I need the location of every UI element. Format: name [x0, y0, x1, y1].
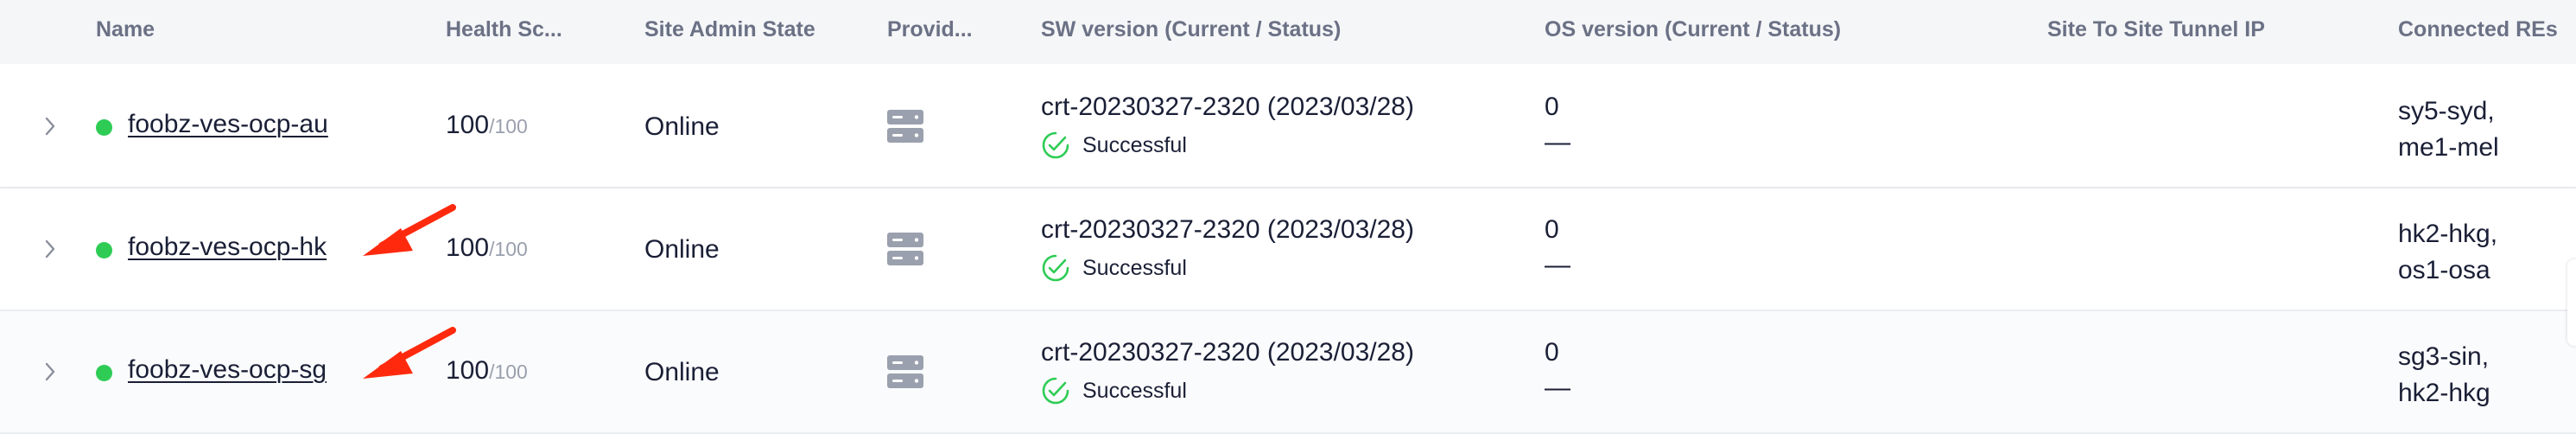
column-header-os-version[interactable]: OS version (Current / Status) [1545, 17, 1841, 42]
os-version: 0 [1545, 215, 1559, 244]
sw-version: crt-20230327-2320 (2023/03/28) [1041, 338, 1414, 367]
status-online-icon [96, 242, 112, 258]
os-status: — [1545, 251, 1570, 279]
success-check-icon [1042, 254, 1069, 282]
sw-status: Successful [1041, 131, 1187, 160]
site-admin-state: Online [644, 112, 720, 141]
health-score: 100/100 [446, 111, 528, 140]
server-icon [887, 355, 923, 388]
health-score-value: 100 [446, 233, 490, 262]
sw-status-label: Successful [1082, 132, 1187, 157]
health-score-max: /100 [489, 238, 528, 260]
site-name-link[interactable]: foobz-ves-ocp-hk [128, 233, 327, 262]
site-name-link[interactable]: foobz-ves-ocp-au [128, 110, 328, 139]
scrollbar-handle[interactable] [2567, 259, 2576, 346]
success-check-icon [1042, 377, 1069, 405]
annotation-arrow-icon [363, 327, 456, 379]
health-score-value: 100 [446, 356, 490, 385]
site-admin-state: Online [644, 235, 720, 264]
column-header-tunnel-ip[interactable]: Site To Site Tunnel IP [2047, 17, 2265, 42]
column-header-site-admin-state[interactable]: Site Admin State [644, 17, 815, 42]
chevron-right-icon[interactable] [41, 360, 59, 384]
status-online-icon [96, 365, 112, 381]
sw-version: crt-20230327-2320 (2023/03/28) [1041, 215, 1414, 244]
column-header-connected-res[interactable]: Connected REs [2398, 17, 2558, 42]
os-version: 0 [1545, 93, 1559, 121]
sw-version: crt-20230327-2320 (2023/03/28) [1041, 93, 1414, 121]
chevron-right-icon[interactable] [41, 237, 59, 261]
connected-res: sg3-sin, hk2-hkg [2398, 339, 2490, 412]
connected-re-line: hk2-hkg [2398, 379, 2490, 407]
sw-status-label: Successful [1082, 378, 1187, 403]
connected-re-line: me1-mel [2398, 133, 2499, 162]
connected-res: hk2-hkg, os1-osa [2398, 216, 2497, 289]
table-header: Name Health Sc... Site Admin State Provi… [0, 0, 2576, 64]
table-row[interactable]: foobz-ves-ocp-hk 100/100 Online crt-2023… [0, 188, 2576, 311]
status-online-icon [96, 119, 112, 136]
column-header-name[interactable]: Name [96, 17, 155, 42]
column-header-provider[interactable]: Provid... [887, 17, 973, 42]
connected-res: sy5-syd, me1-mel [2398, 93, 2499, 166]
connected-re-line: sg3-sin, [2398, 342, 2490, 371]
table-row[interactable]: foobz-ves-ocp-au 100/100 Online crt-2023… [0, 66, 2576, 188]
success-check-icon [1042, 131, 1069, 159]
server-icon [887, 233, 923, 265]
table-row[interactable]: foobz-ves-ocp-sg 100/100 Online crt-2023… [0, 311, 2576, 434]
chevron-right-icon[interactable] [41, 114, 59, 138]
server-icon [887, 110, 923, 143]
os-version: 0 [1545, 338, 1559, 367]
os-status: — [1545, 128, 1570, 156]
sw-status-label: Successful [1082, 255, 1187, 280]
sites-table: Name Health Sc... Site Admin State Provi… [0, 0, 2576, 434]
sw-status: Successful [1041, 376, 1187, 405]
column-header-health-score[interactable]: Health Sc... [446, 17, 562, 42]
health-score-max: /100 [489, 115, 528, 137]
connected-re-line: sy5-syd, [2398, 97, 2495, 125]
annotation-arrow-icon [363, 204, 456, 256]
health-score-value: 100 [446, 111, 490, 139]
health-score-max: /100 [489, 361, 528, 383]
health-score: 100/100 [446, 233, 528, 263]
column-header-sw-version[interactable]: SW version (Current / Status) [1041, 17, 1341, 42]
site-admin-state: Online [644, 358, 720, 386]
site-name-link[interactable]: foobz-ves-ocp-sg [128, 355, 327, 385]
connected-re-line: hk2-hkg, [2398, 220, 2498, 248]
health-score: 100/100 [446, 356, 528, 386]
sw-status: Successful [1041, 253, 1187, 283]
connected-re-line: os1-osa [2398, 256, 2490, 284]
os-status: — [1545, 373, 1570, 402]
